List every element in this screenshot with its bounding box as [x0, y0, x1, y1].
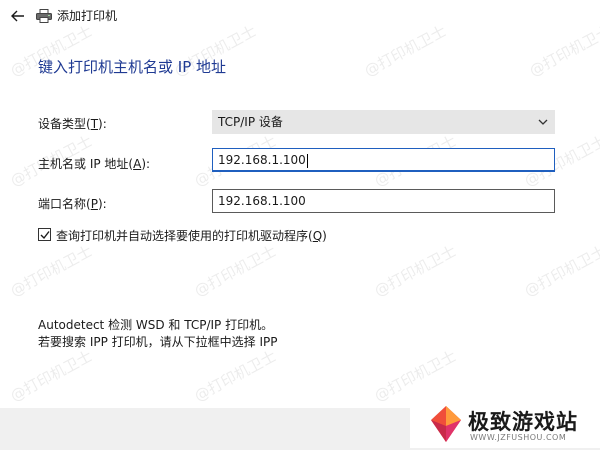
- text-caret: [306, 153, 308, 168]
- back-arrow-icon: [11, 10, 24, 22]
- diamond-logo-icon: [431, 406, 461, 442]
- device-type-value: TCP/IP 设备: [218, 115, 283, 129]
- checkmark-icon: [40, 231, 50, 240]
- watermark: @打印机卫士: [371, 241, 460, 301]
- info-text-line2: 若要搜索 IPP 打印机，请从下拉框中选择 IPP: [38, 335, 278, 349]
- hostname-input[interactable]: 192.168.1.100: [212, 148, 555, 172]
- port-name-input[interactable]: 192.168.1.100: [212, 189, 555, 213]
- info-text-line1: Autodetect 检测 WSD 和 TCP/IP 打印机。: [38, 318, 274, 332]
- watermark: @打印机卫士: [191, 346, 280, 406]
- watermark: @打印机卫士: [7, 241, 96, 301]
- printer-icon: [36, 9, 52, 23]
- watermark: @打印机卫士: [191, 241, 280, 301]
- query-driver-checkbox[interactable]: [38, 228, 51, 241]
- device-type-label: 设备类型(T):: [38, 117, 107, 131]
- port-name-value: 192.168.1.100: [218, 194, 306, 208]
- query-driver-label[interactable]: 查询打印机并自动选择要使用的打印机驱动程序(Q): [56, 227, 327, 244]
- brand-logo: 极致游戏站 WWW.JZFUSHOU.COM: [410, 402, 600, 448]
- watermark: @打印机卫士: [521, 241, 600, 301]
- device-type-select[interactable]: TCP/IP 设备: [212, 110, 555, 134]
- chevron-down-icon: [538, 119, 548, 125]
- page-heading: 键入打印机主机名或 IP 地址: [38, 58, 227, 76]
- back-button[interactable]: [8, 6, 28, 26]
- watermark: @打印机卫士: [371, 346, 460, 406]
- port-name-label: 端口名称(P):: [38, 197, 107, 211]
- window-title: 添加打印机: [57, 9, 118, 23]
- hostname-value: 192.168.1.100: [218, 153, 306, 167]
- brand-url: WWW.JZFUSHOU.COM: [470, 433, 567, 442]
- watermark: @打印机卫士: [7, 346, 96, 406]
- brand-name: 极致游戏站: [468, 410, 578, 434]
- title-bar: 添加打印机: [0, 0, 600, 32]
- hostname-label: 主机名或 IP 地址(A):: [38, 157, 151, 171]
